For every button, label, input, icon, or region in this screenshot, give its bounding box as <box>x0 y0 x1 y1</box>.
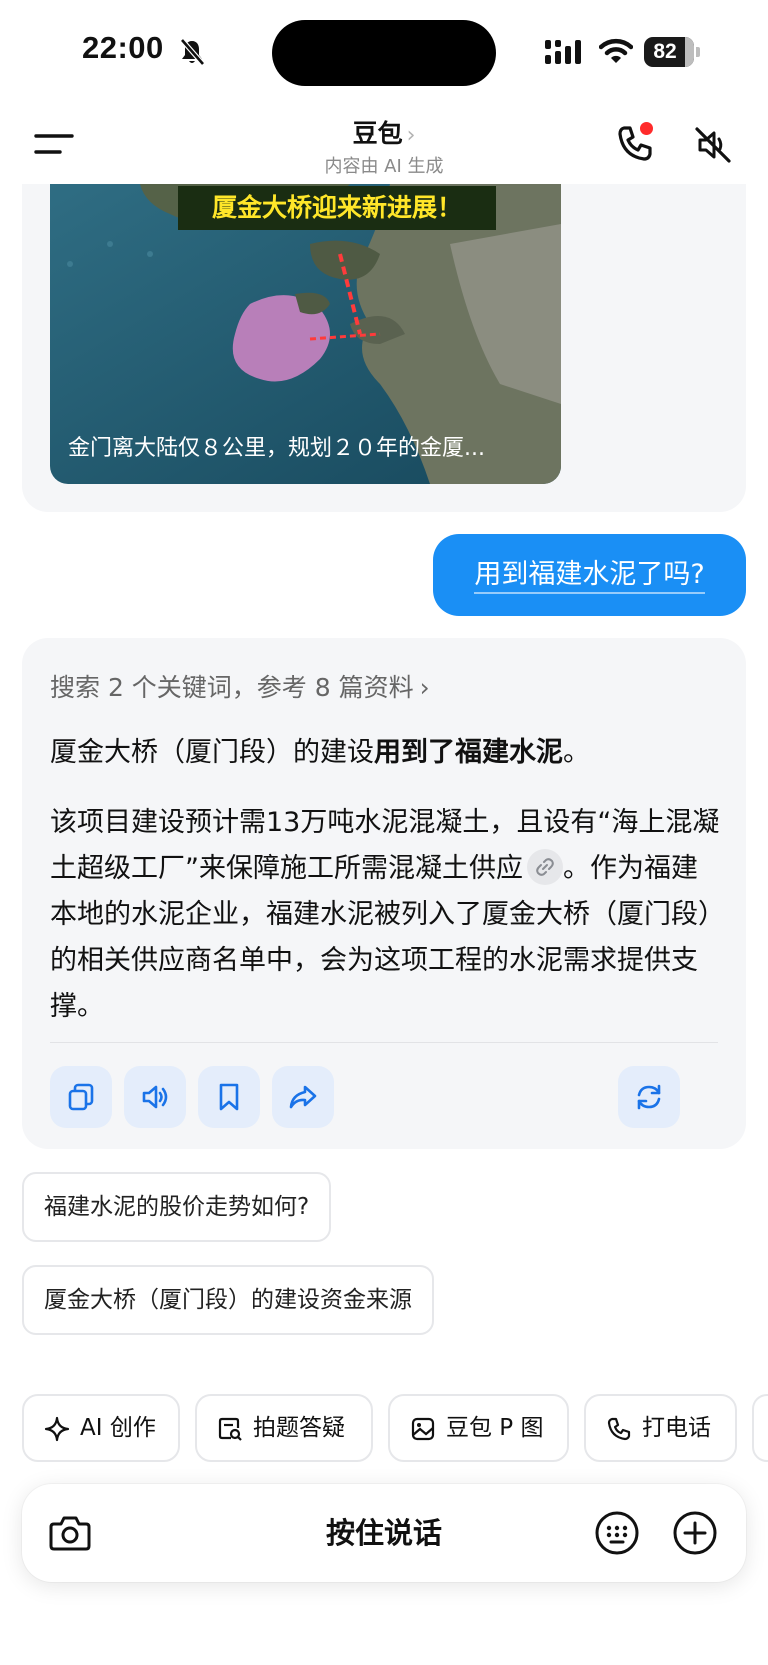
divider <box>50 1042 718 1043</box>
bookmark-button[interactable] <box>198 1066 260 1128</box>
speaker-mute-icon[interactable] <box>692 124 734 166</box>
video-banner: 厦金大桥迎来新进展！ <box>178 186 496 230</box>
keyboard-icon[interactable] <box>594 1510 640 1556</box>
tool-more[interactable] <box>752 1394 768 1462</box>
image-edit-icon <box>411 1417 435 1441</box>
answer-paragraph-1: 厦金大桥（厦门段）的建设用到了福建水泥。 <box>50 737 590 768</box>
copy-button[interactable] <box>50 1066 112 1128</box>
chevron-right-icon: › <box>419 673 430 702</box>
chat-header: 豆包 › 内容由 AI 生成 <box>0 104 768 184</box>
bell-off-icon <box>180 38 205 66</box>
suggestion-chip[interactable]: 福建水泥的股价走势如何? <box>22 1172 332 1242</box>
video-caption: 金门离大陆仅８公里，规划２０年的金厦... <box>68 436 485 461</box>
search-summary[interactable]: 搜索 2 个关键词，参考 8 篇资料 › <box>50 668 430 704</box>
video-thumbnail[interactable]: 厦金大桥迎来新进展！ 金门离大陆仅８公里，规划２０年的金厦... <box>50 184 561 484</box>
tool-phone-call[interactable]: 打电话 <box>584 1394 737 1462</box>
bot-answer-card: 搜索 2 个关键词，参考 8 篇资料 › 厦金大桥（厦门段）的建设用到了福建水泥。… <box>22 638 746 1149</box>
sparkle-icon <box>44 1416 70 1442</box>
status-bar: 22:00 82 <box>0 0 768 104</box>
share-button[interactable] <box>272 1066 334 1128</box>
status-time: 22:00 <box>82 30 164 65</box>
wifi-icon <box>599 38 633 63</box>
user-message-bubble[interactable]: 用到福建水泥了吗? <box>433 534 746 616</box>
chevron-right-icon: › <box>406 123 416 148</box>
battery-indicator: 82 <box>644 37 700 67</box>
plus-icon[interactable] <box>672 1510 718 1556</box>
read-aloud-button[interactable] <box>124 1066 186 1128</box>
input-bar: 按住说话 <box>22 1484 746 1582</box>
notification-dot <box>640 122 653 135</box>
refresh-icon <box>637 1084 661 1110</box>
phone-icon <box>607 1417 631 1441</box>
photo-search-icon <box>218 1417 242 1441</box>
tool-photo-question[interactable]: 拍题答疑 <box>195 1394 373 1462</box>
dynamic-island <box>272 20 496 86</box>
copy-icon <box>68 1083 94 1111</box>
tool-ai-create[interactable]: AI 创作 <box>22 1394 180 1462</box>
regenerate-button[interactable] <box>618 1066 680 1128</box>
reference-link-icon[interactable] <box>527 848 563 885</box>
cellular-signal-icon <box>545 40 581 64</box>
answer-paragraph-2: 该项目建设预计需13万吨水泥混凝土，且设有“海上混凝土超级工厂”来保障施工所需混… <box>50 807 720 1022</box>
tool-photo-edit[interactable]: 豆包 P 图 <box>388 1394 569 1462</box>
suggestion-chip[interactable]: 厦金大桥（厦门段）的建设资金来源 <box>22 1265 434 1335</box>
user-message-text: 用到福建水泥了吗? <box>474 559 705 594</box>
speaker-icon <box>142 1085 168 1109</box>
share-icon <box>289 1085 317 1109</box>
bookmark-icon <box>219 1083 239 1111</box>
